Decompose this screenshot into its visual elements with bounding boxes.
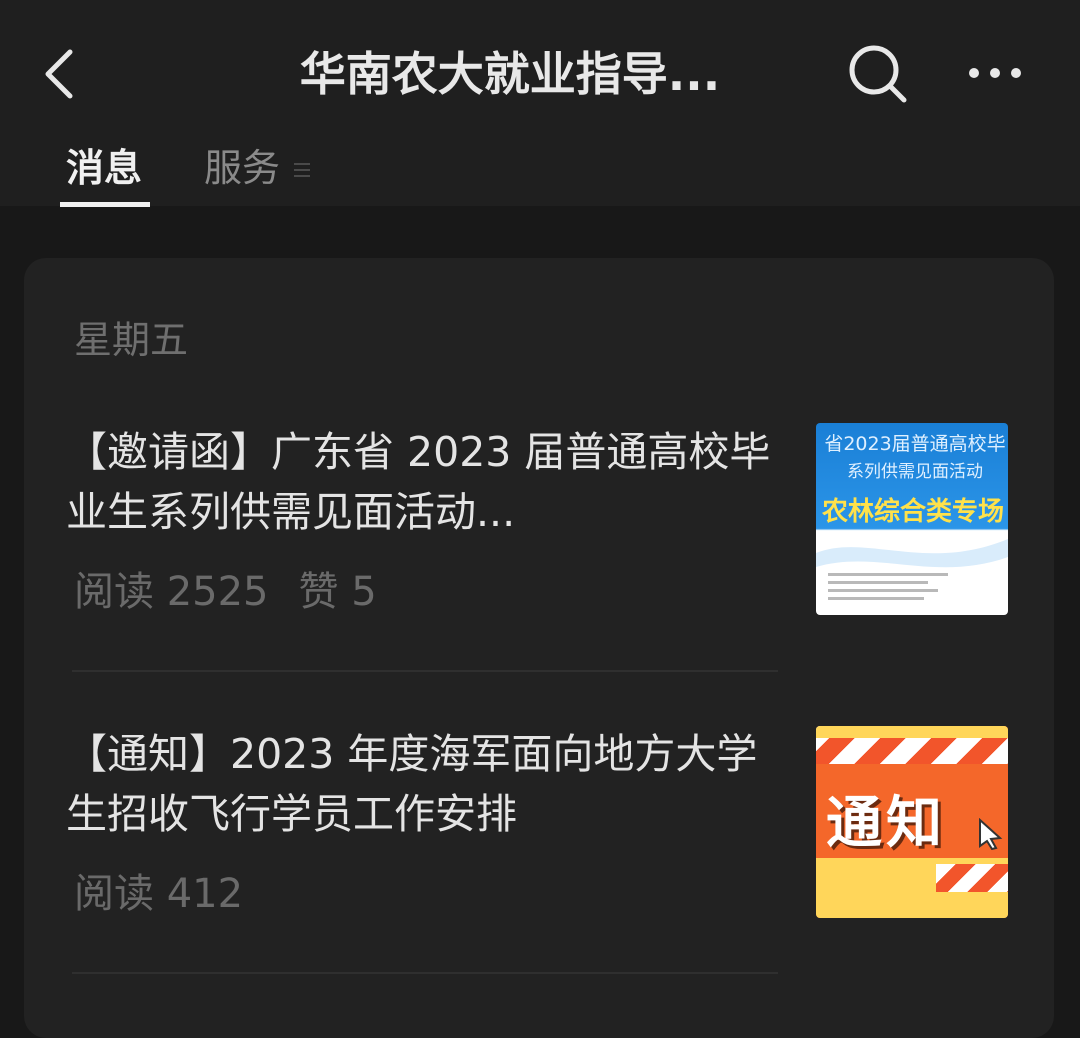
back-button[interactable] [36,44,84,104]
more-dots-icon [969,68,1021,78]
menu-icon[interactable] [292,160,312,180]
fine-print-line [828,581,928,584]
top-bar: 华南农大就业指导... 消息 服务 [0,0,1080,207]
stripe-decoration [936,864,1008,892]
band-decoration [816,726,1008,738]
more-options-button[interactable] [962,48,1028,98]
read-count: 阅读 2525 [74,569,269,615]
article-thumbnail[interactable]: 通知 [816,726,1008,918]
tab-services[interactable]: 服务 [204,140,280,196]
list-divider [72,670,778,672]
search-button[interactable] [844,40,910,106]
thumbnail-headline: 通知 [826,791,946,856]
back-arrow-icon [45,49,73,99]
fine-print-line [828,589,938,592]
read-count: 阅读 412 [74,871,244,917]
article-thumbnail[interactable]: 省2023届普通高校毕 系列供需见面活动 农林综合类专场 [816,423,1008,615]
active-tab-indicator [60,202,150,207]
date-label: 星期五 [74,318,189,362]
tab-messages[interactable]: 消息 [66,140,142,196]
article-title[interactable]: 【通知】2023 年度海军面向地方大学生招收飞行学员工作安排 [66,724,786,844]
article-title[interactable]: 【邀请函】广东省 2023 届普通高校毕业生系列供需见面活动... [66,422,786,542]
search-icon [849,45,907,103]
thumbnail-text: 系列供需见面活动 [847,462,983,482]
fine-print-line [828,573,948,576]
fine-print-line [828,597,924,600]
like-count: 赞 5 [298,569,377,615]
account-title: 华南农大就业指导... [299,47,721,101]
article-stats: 阅读 412 [74,866,243,922]
hamburger-icon [294,163,310,177]
thumbnail-text: 省2023届普通高校毕 [824,433,1006,455]
list-divider [72,972,778,974]
cursor-icon [979,818,1003,850]
article-stats: 阅读 2525 赞 5 [74,564,377,620]
